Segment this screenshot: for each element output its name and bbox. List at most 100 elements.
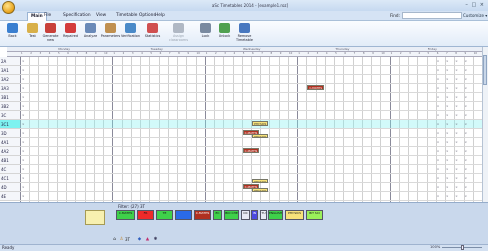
customize-button[interactable]: Customize ▾ (463, 13, 487, 18)
table-row[interactable] (20, 66, 482, 75)
table-row[interactable] (20, 93, 482, 102)
table-row[interactable] (20, 57, 482, 66)
row-label[interactable]: 3C1 (0, 120, 20, 129)
activity-card[interactable]: C-MATHS (307, 85, 324, 90)
row-label[interactable]: 4A2 (0, 147, 20, 156)
ribbon-button-generate-new[interactable]: Generate new (40, 22, 61, 45)
panel-activity-card[interactable]: BIT SCI (306, 210, 323, 220)
ribbon-button-verification[interactable]: Verification (120, 22, 141, 45)
row-label[interactable]: 3B1 (0, 93, 20, 102)
day-label: Monday (58, 47, 71, 51)
blocked-cell-marker: × (436, 176, 440, 180)
panel-activity-card[interactable]: FR (137, 210, 154, 220)
row-label[interactable]: 3A1 (0, 66, 20, 75)
panel-activity-card[interactable]: PHY.SICS (285, 210, 304, 220)
period-label: 10 (104, 52, 108, 55)
table-row[interactable] (20, 174, 482, 183)
teacher-icon[interactable]: ♙ (119, 237, 124, 242)
row-label[interactable]: 3C (0, 111, 20, 120)
subject-icon[interactable]: ▲ (145, 237, 150, 242)
period-label: 1 (298, 52, 300, 55)
blocked-cell-marker: × (455, 68, 458, 72)
panel-activity-card[interactable]: BIO CHE (224, 210, 239, 220)
period-label: 2 (122, 52, 125, 55)
row-marker: × (22, 59, 25, 63)
ribbon-button-repaired[interactable]: Repaired (60, 22, 81, 45)
table-row[interactable] (20, 165, 482, 174)
find-input[interactable] (402, 12, 462, 19)
table-row[interactable] (20, 84, 482, 93)
nav-label: 3T (125, 237, 130, 242)
vertical-scrollbar-thumb[interactable] (483, 55, 487, 85)
activity-card[interactable]: PHY.SICS (252, 187, 269, 192)
row-label[interactable]: 3D (0, 129, 20, 138)
activity-card[interactable]: C-MATHS (242, 148, 260, 153)
period-label: 1 (205, 52, 208, 55)
table-row[interactable] (20, 156, 482, 165)
activity-card[interactable]: PHY.SICS (252, 121, 269, 126)
ribbon-button-analyze[interactable]: Analyze (80, 22, 101, 45)
row-label[interactable]: 2A (0, 57, 20, 66)
class-icon[interactable]: ◆ (137, 237, 142, 242)
ribbon-button-label: Analyze (83, 34, 98, 38)
menu-timetable[interactable]: Timetable (116, 13, 137, 18)
ribbon-button-unlock[interactable]: Unlock (214, 22, 235, 45)
panel-activity-card[interactable]: IN (251, 210, 258, 220)
panel-activity-card[interactable]: C-MATHS (194, 210, 211, 220)
table-row[interactable] (20, 75, 482, 84)
row-label[interactable]: 3A3 (0, 84, 20, 93)
window-controls[interactable]: – □ × (465, 2, 485, 8)
blocked-cell-marker: × (436, 140, 440, 144)
blocked-cell-marker: × (464, 113, 468, 117)
period-label: 4 (418, 52, 420, 55)
row-label[interactable]: 4C1 (0, 174, 20, 183)
menu-specification[interactable]: Specification (63, 13, 91, 18)
table-row[interactable] (20, 111, 482, 120)
blocked-cell-marker: × (436, 167, 440, 171)
ribbon-button-statistics[interactable]: Statistics (142, 22, 163, 45)
zoom-slider-knob[interactable] (461, 245, 464, 250)
blocked-cell-marker: × (446, 122, 449, 126)
day-label: Friday (427, 47, 437, 51)
row-label[interactable]: 4E (0, 192, 20, 201)
panel-activity-card[interactable] (175, 210, 192, 220)
period-label: 1 (21, 52, 23, 55)
table-row[interactable] (20, 120, 482, 129)
assign-classrooms-icon (173, 23, 184, 33)
repaired-icon (65, 23, 76, 33)
row-label[interactable]: 4C (0, 165, 20, 174)
row-label[interactable]: 3B2 (0, 102, 20, 111)
row-label[interactable]: 4D (0, 183, 20, 192)
settings-icon[interactable]: ✱ (153, 237, 158, 242)
activity-card[interactable]: PHY.SICS (252, 178, 269, 183)
ribbon-button-back[interactable]: Back (2, 22, 23, 45)
menu-options[interactable]: Options (139, 13, 156, 18)
panel-activity-card[interactable]: C-MATHS (116, 210, 135, 220)
application-menu-button[interactable] (2, 1, 15, 14)
panel-activity-card[interactable]: TE (156, 210, 173, 220)
menu-help[interactable]: Help (155, 13, 165, 18)
timetable-grid[interactable]: Monday Tuesday Wednesday Thursday Friday 1 2 3… (0, 47, 488, 202)
table-row[interactable] (20, 138, 482, 147)
panel-activity-card[interactable]: OC (241, 210, 250, 220)
row-label[interactable]: 3A2 (0, 75, 20, 84)
period-label: 3 (224, 52, 226, 55)
row-label[interactable]: 4A1 (0, 138, 20, 147)
period-label: 5 (242, 52, 245, 55)
menu-file[interactable]: File (44, 13, 51, 18)
ribbon-button-parameters[interactable]: Parameters (100, 22, 121, 45)
ribbon-button-lock[interactable]: Lock (195, 22, 216, 45)
table-row[interactable] (20, 102, 482, 111)
blocked-cell-marker: × (436, 68, 440, 72)
menu-view[interactable]: View (96, 13, 106, 18)
home-icon[interactable]: ⌂ (112, 237, 117, 242)
panel-activity-card[interactable]: EC (213, 210, 222, 220)
table-row[interactable] (20, 192, 482, 201)
row-marker: × (22, 149, 25, 153)
row-label[interactable]: 4B1 (0, 156, 20, 165)
activity-card[interactable]: PHY.SICS (252, 133, 269, 138)
panel-activity-card[interactable]: ENGLISH (268, 210, 283, 220)
ribbon-button-remove-timetable[interactable]: Remove Timetable (234, 22, 255, 45)
panel-activity-card[interactable]: TU (260, 210, 267, 220)
ribbon-button-assign-classrooms[interactable]: Assign classrooms (168, 22, 189, 45)
